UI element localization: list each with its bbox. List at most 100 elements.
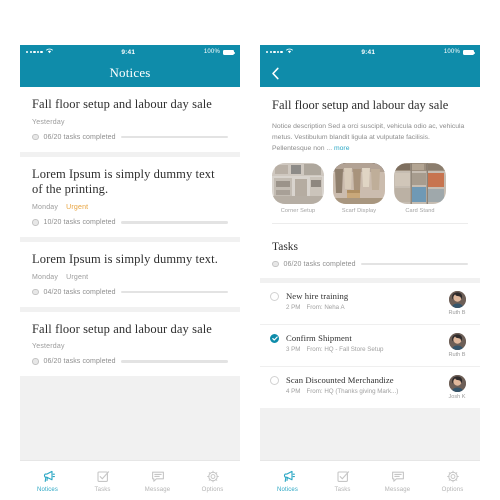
- notice-progress-label: 06/20 tasks completed: [43, 358, 116, 366]
- tab-options[interactable]: Options: [425, 461, 480, 500]
- detail-scroll-body[interactable]: Fall floor setup and labour day sale Not…: [260, 87, 480, 460]
- progress-track: [120, 221, 228, 224]
- gear-icon: [206, 469, 220, 484]
- phone-screen-notices-list: 9:41 100% Notices Fall floor setup and l…: [20, 45, 240, 500]
- status-bar-left: [26, 48, 53, 56]
- tasks-heading: Tasks: [272, 240, 299, 253]
- assignee-name: Ruth B: [448, 309, 466, 316]
- thumbnail-caption: Card Stand: [405, 207, 435, 214]
- tab-tasks[interactable]: Tasks: [315, 461, 370, 500]
- battery-percent-label: 100%: [203, 49, 220, 55]
- progress-track: [120, 360, 228, 363]
- attachment-thumbnails: Corner Setup Scarf Display Card Stand: [272, 162, 468, 214]
- tab-options[interactable]: Options: [185, 461, 240, 500]
- phone-screen-notice-detail: 9:41 100% Fall floor setup and labour da…: [260, 45, 480, 500]
- task-text-block: Scan Discounted Merchandize 4 PM From: H…: [279, 375, 444, 395]
- wifi-icon: [285, 48, 293, 56]
- chevron-left-icon[interactable]: [268, 66, 282, 80]
- notice-day: Yesterday: [32, 343, 65, 351]
- task-assignee[interactable]: Josh K: [444, 374, 470, 400]
- task-name: New hire training: [286, 290, 349, 301]
- nav-bar-notices: Notices: [20, 59, 240, 87]
- thumbnail-item[interactable]: Card Stand: [394, 162, 446, 214]
- thumbnail-item[interactable]: Corner Setup: [272, 162, 324, 214]
- notice-title: Lorem Ipsum is simply dummy text.: [32, 251, 218, 266]
- battery-full-icon: [223, 49, 235, 55]
- task-row[interactable]: Confirm Shipment 3 PM From: HQ - Fall St…: [260, 325, 480, 367]
- tab-message[interactable]: Message: [370, 461, 425, 500]
- tab-message[interactable]: Message: [130, 461, 185, 500]
- notice-card[interactable]: Fall floor setup and labour day sale Yes…: [20, 311, 240, 377]
- task-row[interactable]: Scan Discounted Merchandize 4 PM From: H…: [260, 367, 480, 408]
- notice-meta: Monday Urgent: [32, 274, 228, 281]
- notice-progress-label: 10/20 tasks completed: [43, 218, 116, 226]
- tab-label: Notices: [276, 486, 299, 493]
- task-subtitle: 2 PM From: Neha A: [286, 304, 440, 311]
- notice-progress-row: 06/20 tasks completed: [32, 134, 228, 141]
- tab-label: Options: [441, 486, 464, 493]
- bottom-tab-bar: Notices Tasks Message Options: [260, 460, 480, 500]
- task-name: Confirm Shipment: [286, 332, 352, 343]
- avatar: [448, 290, 466, 308]
- status-bar-right: 100%: [203, 49, 235, 55]
- assignee-name: Ruth B: [448, 351, 466, 358]
- gear-icon: [446, 469, 460, 484]
- tab-label: Tasks: [94, 486, 111, 493]
- status-bar: 9:41 100%: [20, 45, 240, 59]
- notice-card[interactable]: Fall floor setup and labour day sale Yes…: [20, 87, 240, 152]
- thumbnail-image: [394, 162, 446, 204]
- notice-meta: Monday Urgent: [32, 204, 228, 211]
- tab-tasks[interactable]: Tasks: [75, 461, 130, 500]
- progress-track: [120, 135, 228, 139]
- notice-meta: Yesterday: [32, 343, 228, 350]
- tasks-progress-label: 06/20 tasks completed: [283, 260, 356, 268]
- task-assignee[interactable]: Ruth B: [444, 332, 470, 358]
- task-checkbox-unchecked-icon[interactable]: [270, 375, 279, 385]
- tab-label: Tasks: [334, 486, 351, 493]
- task-name: Scan Discounted Merchandize: [286, 374, 394, 385]
- avatar: [448, 374, 466, 392]
- task-checkbox-unchecked-icon[interactable]: [270, 291, 279, 301]
- signal-dots-icon: [266, 50, 283, 54]
- task-assignee[interactable]: Ruth B: [444, 290, 470, 316]
- task-from: From: HQ - Fall Store Setup: [306, 345, 384, 353]
- notice-flag: Urgent: [66, 203, 89, 211]
- notice-day: Yesterday: [32, 118, 65, 126]
- tab-label: Message: [384, 486, 411, 493]
- clock-icon: [32, 288, 39, 296]
- task-text-block: New hire training 2 PM From: Neha A: [279, 291, 444, 311]
- more-link[interactable]: more: [334, 145, 350, 152]
- status-bar-time: 9:41: [121, 48, 136, 56]
- task-text-block: Confirm Shipment 3 PM From: HQ - Fall St…: [279, 333, 444, 353]
- notice-day: Monday: [32, 273, 59, 281]
- notices-scroll-body[interactable]: Fall floor setup and labour day sale Yes…: [20, 87, 240, 460]
- notice-detail-description: Notice description Sed a orci suscipit, …: [272, 121, 468, 154]
- task-time: 4 PM: [286, 387, 301, 395]
- task-row[interactable]: New hire training 2 PM From: Neha A Ruth…: [260, 283, 480, 325]
- tab-notices[interactable]: Notices: [20, 461, 75, 500]
- thumbnail-item[interactable]: Scarf Display: [333, 162, 385, 214]
- signal-dots-icon: [26, 50, 43, 54]
- clock-icon: [32, 133, 39, 141]
- tab-label: Options: [201, 486, 224, 493]
- tab-notices[interactable]: Notices: [260, 461, 315, 500]
- task-from: From: HQ (Thanks giving Mark...): [306, 387, 399, 395]
- bottom-tab-bar: Notices Tasks Message Options: [20, 460, 240, 500]
- message-bubble-icon: [151, 469, 165, 484]
- clock-icon: [32, 358, 39, 365]
- task-checkbox-checked-icon[interactable]: [270, 333, 279, 343]
- nav-bar-detail: [260, 59, 480, 87]
- task-time: 2 PM: [286, 303, 301, 311]
- tasks-section-header: Tasks 06/20 tasks completed: [260, 233, 480, 278]
- notice-title: Fall floor setup and labour day sale: [32, 97, 212, 111]
- battery-percent-label: 100%: [443, 49, 460, 55]
- status-bar-time: 9:41: [361, 48, 376, 56]
- notice-card[interactable]: Lorem Ipsum is simply dummy text. Monday…: [20, 241, 240, 307]
- task-time: 3 PM: [286, 345, 301, 353]
- clock-icon: [32, 219, 39, 226]
- notice-card[interactable]: Lorem Ipsum is simply dummy text of the …: [20, 156, 240, 237]
- notice-progress-row: 06/20 tasks completed: [32, 358, 228, 365]
- thumbnail-caption: Corner Setup: [280, 207, 316, 214]
- tab-label: Notices: [36, 486, 59, 493]
- progress-track: [360, 262, 468, 266]
